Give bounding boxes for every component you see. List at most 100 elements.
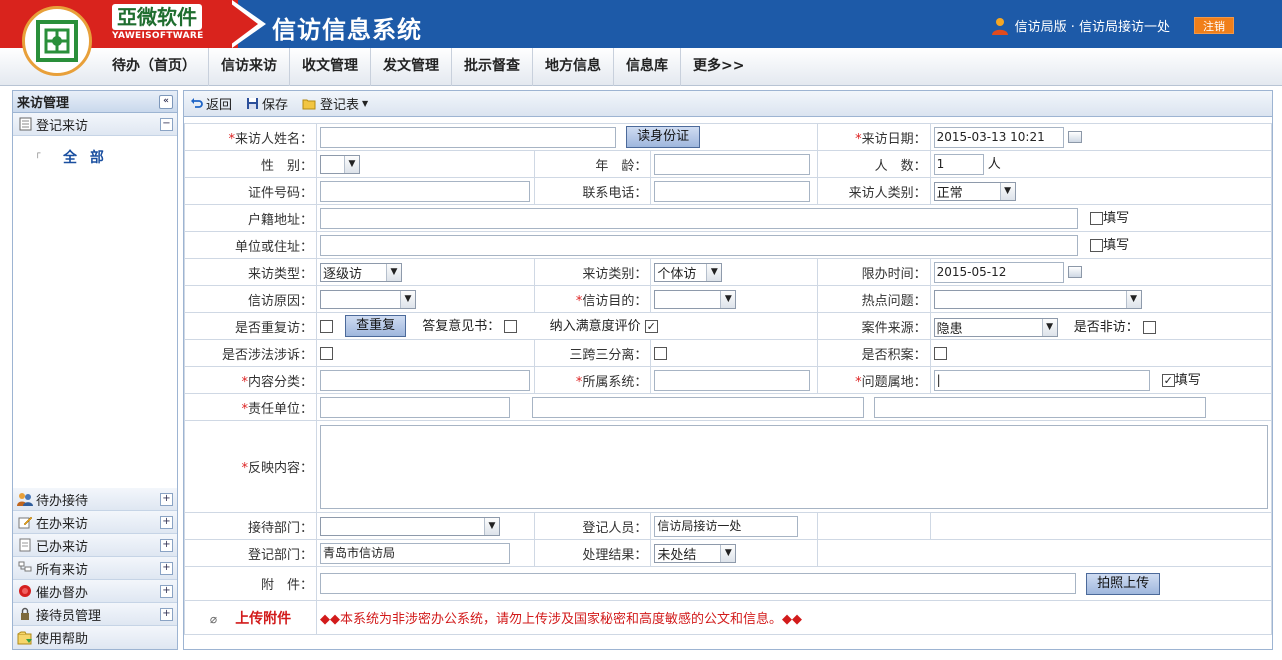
hukou-address-input[interactable] <box>320 208 1078 229</box>
chevron-down-icon: ▼ <box>344 155 359 173</box>
sidebar-item-all-visits[interactable]: 所有来访 + <box>13 557 177 580</box>
dropdown-arrow-icon: ▼ <box>362 99 369 108</box>
visit-category-label: 来访类别： <box>534 258 652 286</box>
expand-icon[interactable]: + <box>160 584 173 598</box>
reply-opinion-checkbox[interactable] <box>504 319 518 333</box>
sidebar-item-in-progress[interactable]: 在办来访 + <box>13 511 177 534</box>
main-panel: 返回 保存 登记表 ▼ *来访人姓名： 读身份证 *来访日期： 2015-03-… <box>183 90 1273 650</box>
sidebar-item-urge[interactable]: 催办督办 + <box>13 580 177 603</box>
nav-todo-home[interactable]: 待办（首页） <box>100 48 209 86</box>
responsible-unit-input-3[interactable] <box>874 396 1207 418</box>
illegal-visit-checkbox[interactable] <box>1142 320 1156 334</box>
nav-more[interactable]: 更多>> <box>681 48 756 86</box>
law-related-checkbox[interactable] <box>320 346 333 360</box>
hukou-fill-checkbox[interactable] <box>1090 212 1104 225</box>
deadline-input[interactable]: 2015-05-12 <box>933 261 1064 283</box>
user-info: 信访局版 · 信访局接访一处 <box>991 16 1170 35</box>
photo-upload-button[interactable]: 拍照上传 <box>1086 572 1161 595</box>
reception-dept-select[interactable]: ▼ <box>320 516 500 536</box>
sidebar-section-register[interactable]: 登记来访 − <box>13 113 177 136</box>
reception-dept-label: 接待部门： <box>184 512 317 540</box>
content-class-input[interactable] <box>320 369 530 391</box>
people-count-input[interactable]: 1 <box>933 154 984 175</box>
content-textarea[interactable] <box>320 424 1268 509</box>
brand-name-en: YAWEISOFTWARE <box>112 31 204 41</box>
visitor-name-input[interactable] <box>320 126 616 148</box>
gender-select[interactable]: ▼ <box>320 154 360 174</box>
reason-select[interactable]: ▼ <box>320 289 416 309</box>
tree-icon <box>17 560 33 576</box>
phone-input[interactable] <box>654 180 811 202</box>
id-number-input[interactable] <box>320 180 530 202</box>
three-cross-checkbox[interactable] <box>654 346 668 360</box>
sidebar-menu: 待办接待 + 在办来访 + 已办来访 + 所有来访 + 催办督办 + 接待员管理… <box>13 488 177 649</box>
content-class-label: *内容分类： <box>184 366 317 394</box>
nav-incoming-docs[interactable]: 收文管理 <box>290 48 371 86</box>
expand-icon[interactable]: + <box>160 538 173 552</box>
hukou-label: 户籍地址： <box>184 204 317 232</box>
hot-issue-select[interactable]: ▼ <box>933 289 1142 309</box>
age-input[interactable] <box>654 153 811 175</box>
backlog-checkbox[interactable] <box>933 346 947 360</box>
belong-system-input[interactable] <box>654 369 811 391</box>
nav-outgoing-docs[interactable]: 发文管理 <box>371 48 452 86</box>
visit-category-select[interactable]: 个体访 ▼ <box>654 262 723 282</box>
satisfaction-checkbox[interactable]: ✓ <box>644 319 658 333</box>
chevron-down-icon: ▼ <box>720 544 736 562</box>
purpose-select[interactable]: ▼ <box>654 289 737 309</box>
nav-instruction-supervision[interactable]: 批示督查 <box>452 48 533 86</box>
expand-icon[interactable]: + <box>160 561 173 575</box>
sidebar-collapse-icon[interactable]: « <box>159 94 173 109</box>
calendar-icon[interactable] <box>1067 131 1082 143</box>
back-button[interactable]: 返回 <box>190 94 232 113</box>
calendar-icon[interactable] <box>1067 266 1082 278</box>
belong-system-label: *所属系统： <box>534 366 652 394</box>
responsible-unit-input-1[interactable] <box>320 396 510 418</box>
registrar-input[interactable]: 信访局接访一处 <box>654 515 799 537</box>
sidebar-item-receptionists[interactable]: 接待员管理 + <box>13 603 177 626</box>
sidebar-item-done[interactable]: 已办来访 + <box>13 534 177 557</box>
issue-location-fill-checkbox[interactable]: ✓ <box>1161 374 1175 387</box>
visitor-type-select[interactable]: 正常 ▼ <box>933 181 1016 201</box>
reason-label: 信访原因： <box>184 285 317 313</box>
expand-icon[interactable]: + <box>160 492 173 506</box>
issue-location-label: *问题属地： <box>816 366 931 394</box>
nav-petition-visit[interactable]: 信访来访 <box>209 48 290 86</box>
visit-kind-label: 来访类型： <box>184 258 317 286</box>
section-collapse-icon[interactable]: − <box>160 117 173 131</box>
reply-opinion-label: 答复意见书： <box>422 318 501 334</box>
back-label: 返回 <box>206 98 233 113</box>
result-select[interactable]: 未处结 ▼ <box>654 543 737 563</box>
repeat-visit-checkbox[interactable] <box>320 319 333 333</box>
content-label: *反映内容： <box>184 420 317 513</box>
attachment-input[interactable] <box>320 573 1076 594</box>
save-button[interactable]: 保存 <box>246 94 288 113</box>
deadline-label: 限办时间： <box>816 258 931 286</box>
reg-dept-input[interactable]: 青岛市信访局 <box>320 542 510 564</box>
work-address-fill-checkbox[interactable] <box>1090 239 1104 252</box>
nav-local-info[interactable]: 地方信息 <box>533 48 614 86</box>
logout-button[interactable]: 注销 <box>1194 17 1234 34</box>
sidebar-item-label: 使用帮助 <box>36 632 89 647</box>
header-arrow-red <box>226 0 258 48</box>
attachment-label: 附 件： <box>184 566 317 601</box>
expand-icon[interactable]: + <box>160 515 173 529</box>
phone-label: 联系电话： <box>534 177 652 205</box>
sidebar-item-all[interactable]: 全 部 <box>63 147 108 167</box>
check-repeat-button[interactable]: 查重复 <box>345 315 407 338</box>
work-address-input[interactable] <box>320 235 1078 256</box>
visit-kind-select[interactable]: 逐级访 ▼ <box>320 262 402 282</box>
app-header: 亞微软件 YAWEISOFTWARE 信访信息系统 信访局版 · 信访局接访一处… <box>0 0 1282 48</box>
issue-location-input[interactable]: | <box>933 370 1150 391</box>
visit-date-input[interactable]: 2015-03-13 10:21 <box>933 126 1064 148</box>
case-source-select[interactable]: 隐患 ▼ <box>933 317 1058 337</box>
nav-info-library[interactable]: 信息库 <box>614 48 681 86</box>
sidebar-item-pending[interactable]: 待办接待 + <box>13 488 177 511</box>
read-id-card-button[interactable]: 读身份证 <box>626 126 701 148</box>
sidebar-item-help[interactable]: 使用帮助 <box>13 626 177 649</box>
register-form-dropdown[interactable]: 登记表 ▼ <box>302 94 368 113</box>
responsible-unit-input-2[interactable] <box>532 396 865 418</box>
company-logo <box>22 6 92 76</box>
upload-attachment-link[interactable]: 上传附件 <box>235 611 291 627</box>
expand-icon[interactable]: + <box>160 607 173 621</box>
